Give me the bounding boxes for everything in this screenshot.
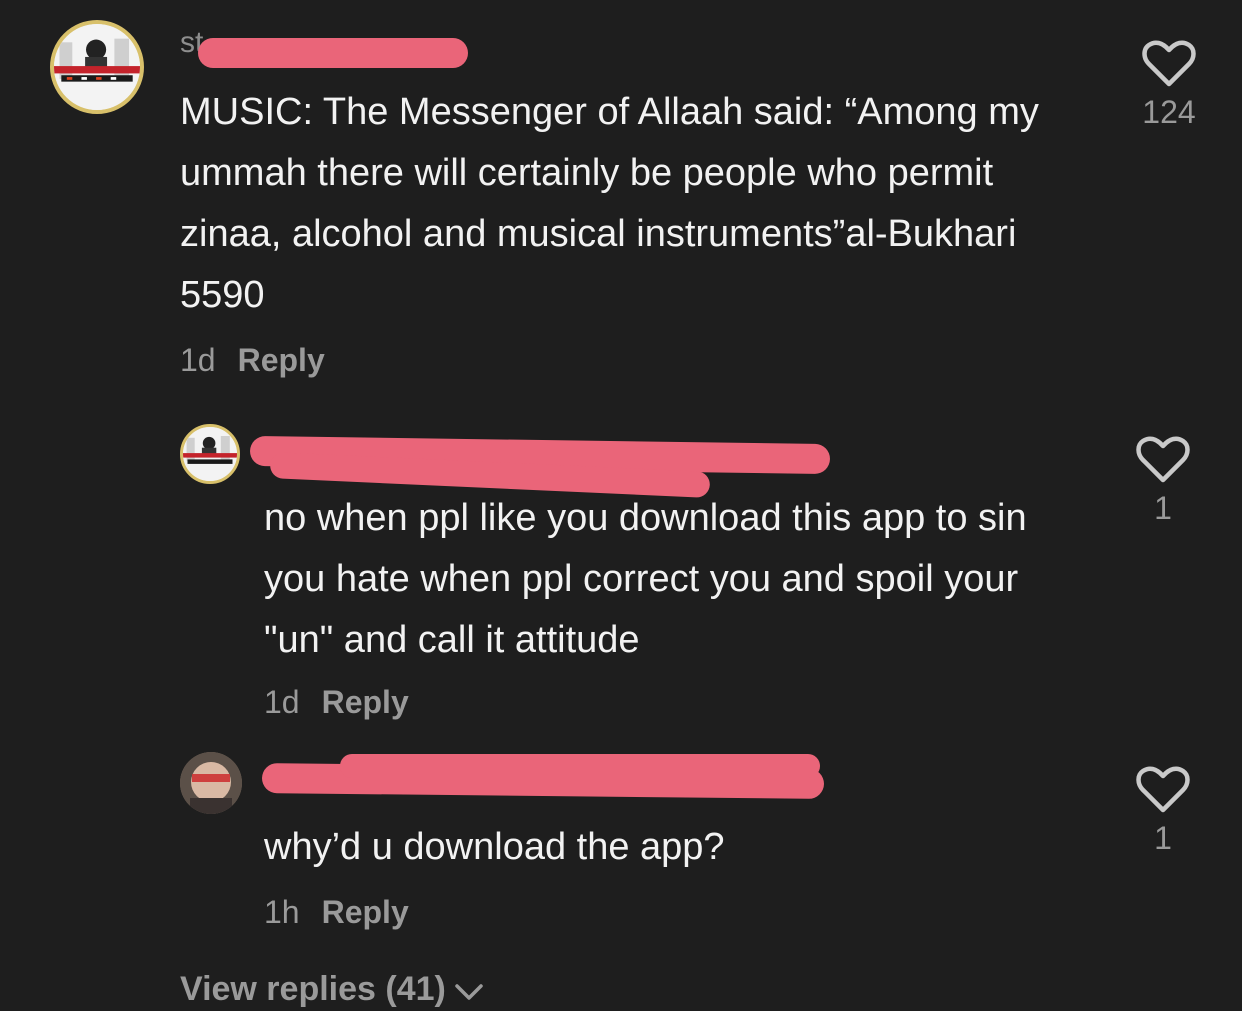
- like-count: 1: [1154, 820, 1172, 856]
- reply-button[interactable]: Reply: [238, 342, 325, 378]
- view-replies-label: View replies (41): [180, 970, 446, 1008]
- reply-meta: 1h Reply: [264, 894, 409, 931]
- like-button[interactable]: 1: [1128, 766, 1198, 857]
- comment-meta: 1d Reply: [180, 342, 325, 379]
- heart-icon: [1142, 40, 1196, 87]
- comment-text: MUSIC: The Messenger of Allaah said: “Am…: [180, 91, 1039, 316]
- reply-time: 1h: [264, 894, 300, 930]
- reply-text: no when ppl like you download this app t…: [264, 497, 1027, 661]
- redaction-mark: [340, 754, 820, 778]
- chevron-down-icon: [454, 972, 484, 1011]
- view-replies-button[interactable]: View replies (41): [180, 970, 484, 1011]
- heart-icon: [1136, 436, 1190, 483]
- reply-time: 1d: [264, 684, 300, 720]
- reply-button[interactable]: Reply: [322, 684, 409, 720]
- heart-icon: [1136, 766, 1190, 813]
- like-count: 1: [1154, 490, 1172, 526]
- like-count: 124: [1142, 94, 1196, 130]
- redaction-mark: [198, 38, 468, 68]
- reply-text: why’d u download the app?: [264, 826, 725, 868]
- avatar[interactable]: [180, 424, 240, 484]
- like-button[interactable]: 1: [1128, 436, 1198, 527]
- reply-meta: 1d Reply: [264, 684, 409, 721]
- like-button[interactable]: 124: [1134, 40, 1204, 131]
- avatar-image: [180, 752, 242, 814]
- avatar[interactable]: [180, 752, 242, 814]
- comment-time: 1d: [180, 342, 216, 378]
- reply-button[interactable]: Reply: [322, 894, 409, 930]
- avatar[interactable]: [50, 20, 144, 114]
- avatar-image: [54, 24, 140, 110]
- avatar-image: [183, 427, 237, 481]
